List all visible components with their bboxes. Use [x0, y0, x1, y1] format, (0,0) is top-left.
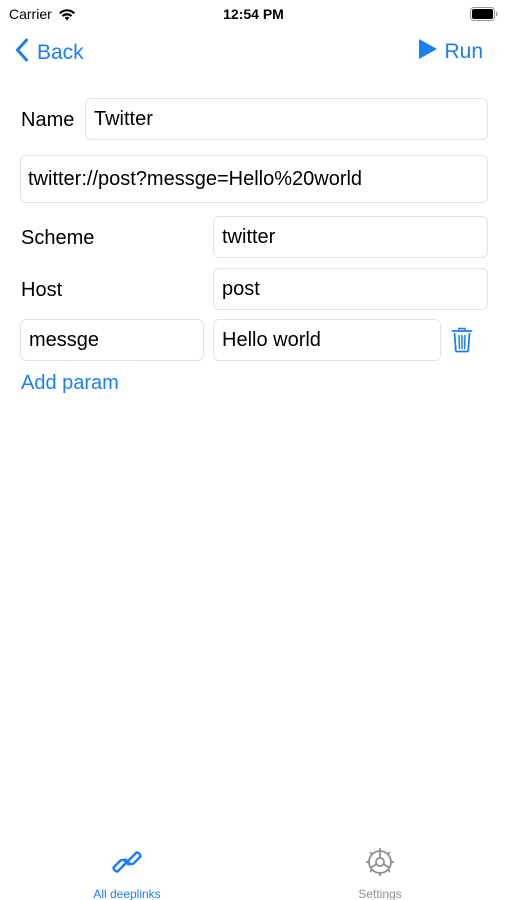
tab-bar: All deeplinks Settings	[0, 836, 507, 900]
name-field[interactable]: Twitter	[85, 98, 488, 140]
status-bar: Carrier 12:54 PM	[0, 0, 507, 28]
host-field-value: post	[222, 277, 260, 300]
scheme-field[interactable]: twitter	[213, 216, 488, 258]
link-icon	[111, 846, 143, 883]
scheme-label: Scheme	[21, 227, 95, 249]
param-value-field[interactable]: Hello world	[213, 319, 441, 361]
screen: Carrier 12:54 PM Back Run Name Twitter t…	[0, 0, 507, 900]
tab-all-deeplinks[interactable]: All deeplinks	[57, 846, 197, 900]
settings-gear-icon	[364, 846, 396, 883]
deeplink-url-field[interactable]: twitter://post?messge=Hello%20world	[20, 155, 488, 203]
param-value-value: Hello world	[222, 328, 321, 351]
host-label: Host	[21, 279, 63, 301]
battery-icon	[470, 7, 498, 26]
param-key-value: messge	[29, 328, 100, 351]
deeplink-url-value: twitter://post?messge=Hello%20world	[28, 167, 363, 190]
add-param-button[interactable]: Add param	[21, 372, 119, 395]
status-time: 12:54 PM	[223, 6, 284, 22]
trash-icon[interactable]	[451, 327, 473, 358]
tab-all-deeplinks-label: All deeplinks	[93, 887, 161, 900]
back-button[interactable]: Back	[15, 38, 84, 68]
play-icon	[418, 38, 438, 66]
run-button[interactable]: Run	[418, 38, 483, 66]
back-label: Back	[37, 41, 84, 64]
param-key-field[interactable]: messge	[20, 319, 204, 361]
host-field[interactable]: post	[213, 268, 488, 310]
name-label: Name	[21, 109, 75, 131]
scheme-field-value: twitter	[222, 225, 276, 248]
chevron-left-icon	[15, 38, 29, 68]
tab-settings-label: Settings	[358, 887, 402, 900]
name-field-value: Twitter	[94, 107, 153, 130]
run-label: Run	[444, 40, 483, 63]
tab-settings[interactable]: Settings	[310, 846, 450, 900]
